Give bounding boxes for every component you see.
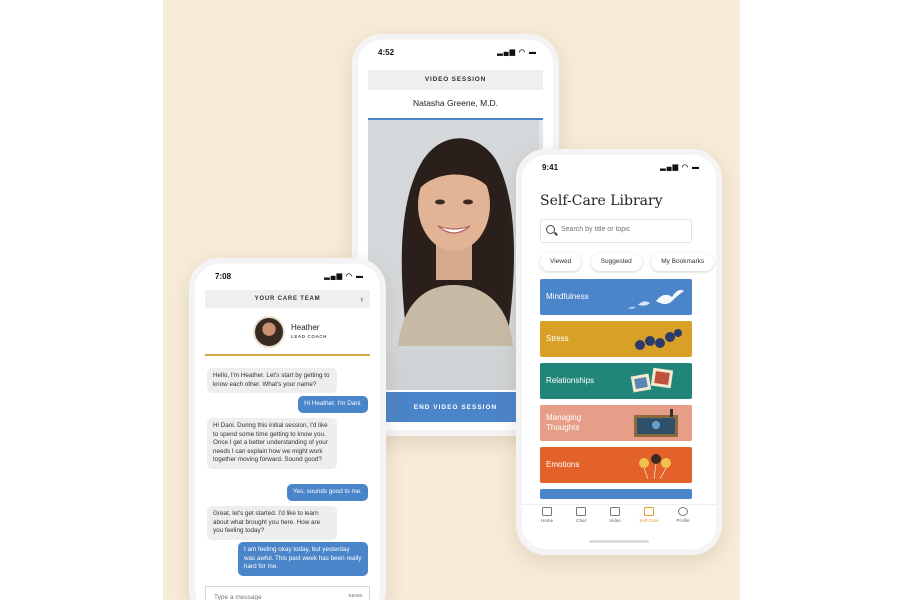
birds-icon [628,289,684,309]
message-bubble-user: Hi Heather. I'm Dani. [298,396,368,413]
video-icon [610,507,620,516]
message-bubble-coach: Hi Dani. During this initial session, I'… [207,418,337,469]
signal-wifi-battery-icon: ▂▄▆ ◠ ▬ [660,164,700,171]
topic-card-emotions[interactable]: Emotions [540,447,692,483]
search-input[interactable] [559,225,688,234]
tab-profile[interactable]: Profile [668,507,698,523]
topic-card-mindfulness[interactable]: Mindfulness [540,279,692,315]
message-bubble-coach: Hello, I'm Heather. Let's start by getti… [207,368,337,394]
balloons-icon [639,454,671,479]
message-bubble-user: Yes, sounds good to me. [286,484,368,501]
tab-self-care[interactable]: Self-Care [634,507,664,523]
topic-card-label: Relationships [546,376,595,385]
profile-icon [678,507,688,516]
message-input[interactable] [212,589,336,600]
tab-home[interactable]: Home [532,507,562,523]
topic-card-label: Emotions [546,460,580,469]
self-care-library-phone: 9:41 ▂▄▆ ◠ ▬ Self-Care Library Viewed Su… [516,149,722,555]
status-time: 9:41 [542,163,559,172]
video-session-header: VIDEO SESSION [368,70,543,90]
topic-card-relationships[interactable]: Relationships [540,363,692,399]
photos-icon [630,367,674,393]
filter-chips: Viewed Suggested My Bookmarks [540,250,716,271]
status-time: 7:08 [215,272,232,281]
book-icon [644,507,654,516]
avatar [253,316,285,348]
signal-wifi-battery-icon: ▂▄▆ ◠ ▬ [324,273,364,280]
message-input-box: SEND [205,586,370,600]
tab-chat[interactable]: Chat [566,507,596,523]
provider-video-image [368,120,539,346]
chevron-right-icon: › [360,294,364,304]
chalkboard-icon [634,409,678,437]
topic-card-partial [540,489,692,499]
status-bar: 9:41 ▂▄▆ ◠ ▬ [522,155,716,179]
home-indicator [589,540,649,543]
pendulum-balls-icon [635,329,682,350]
coach-role: LEAD COACH [291,334,327,339]
topic-card-label: Stress [546,334,569,343]
send-button[interactable]: SEND [348,593,363,598]
filter-chip-bookmarks[interactable]: My Bookmarks [651,253,715,271]
status-bar: 7:08 ▂▄▆ ◠ ▬ [195,264,380,288]
stage: 4:52 ▂▄▆ ◠ ▬ VIDEO SESSION Natasha Green… [0,0,900,600]
message-bubble-user: I am feeling okay today, but yesterday w… [238,542,368,576]
care-team-header[interactable]: YOUR CARE TEAM › [205,290,370,308]
bottom-tab-bar: Home Chat Video Self-Care Profile [522,504,716,531]
chat-icon [576,507,586,516]
tab-video[interactable]: Video [600,507,630,523]
coach-name: Heather [291,323,320,332]
topic-card-label: Managing Thoughts [546,413,582,432]
filter-chip-suggested[interactable]: Suggested [590,253,642,271]
home-icon [542,507,552,516]
provider-name: Natasha Greene, M.D. [412,98,499,108]
search-bar [540,219,692,243]
page-title: Self-Care Library [540,193,663,209]
topic-card-stress[interactable]: Stress [540,321,692,357]
status-time: 4:52 [378,48,395,57]
chat-phone: 7:08 ▂▄▆ ◠ ▬ YOUR CARE TEAM › Heather LE… [189,258,386,600]
divider [205,354,370,356]
care-team-label: YOUR CARE TEAM [254,296,321,302]
signal-wifi-battery-icon: ▂▄▆ ◠ ▬ [497,49,537,56]
status-bar: 4:52 ▂▄▆ ◠ ▬ [358,40,553,64]
search-icon [546,225,555,234]
topic-card-managing-thoughts[interactable]: Managing Thoughts [540,405,692,441]
message-bubble-coach: Great, let's get started. I'd like to le… [207,506,337,540]
topic-card-label: Mindfulness [546,292,589,301]
filter-chip-viewed[interactable]: Viewed [540,253,582,271]
